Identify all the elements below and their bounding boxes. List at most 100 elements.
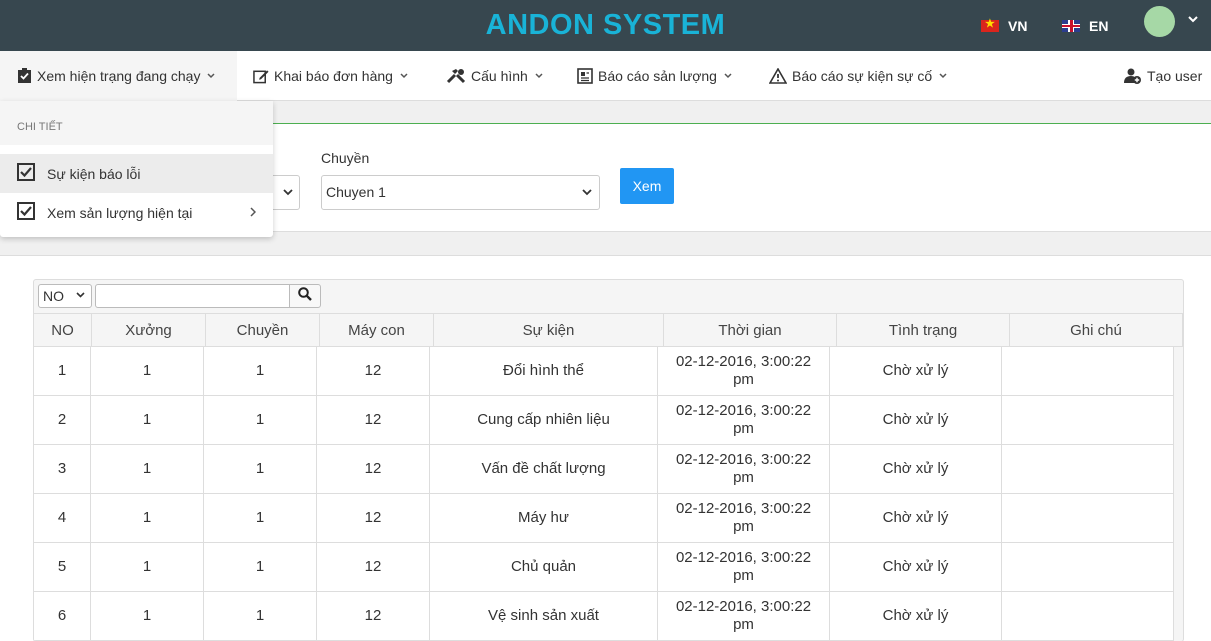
table-row[interactable]: 3 1 1 12 Vấn đề chất lượng 02-12-2016, 3… — [34, 445, 1174, 494]
table-body: 1 1 1 12 Đổi hình thể 02-12-2016, 3:00:2… — [34, 347, 1174, 641]
dropdown-item-error-events[interactable]: Sự kiện báo lỗi — [0, 154, 273, 193]
column-header[interactable]: NO — [34, 314, 92, 346]
cell-workshop: 1 — [91, 494, 204, 542]
chevron-down-icon — [724, 71, 732, 82]
table-row[interactable]: 1 1 1 12 Đổi hình thể 02-12-2016, 3:00:2… — [34, 347, 1174, 396]
create-user-label: Tạo user — [1147, 68, 1203, 84]
cell-no: 1 — [34, 347, 91, 395]
cell-no: 3 — [34, 445, 91, 493]
column-header[interactable]: Thời gian — [664, 314, 837, 346]
cell-event: Vấn đề chất lượng — [430, 445, 658, 493]
nav-item-running-status[interactable]: Xem hiện trạng đang chạy — [0, 51, 237, 101]
column-header[interactable]: Tình trạng — [837, 314, 1010, 346]
cell-note — [1002, 396, 1174, 444]
top-header: ANDON SYSTEM VN EN — [0, 0, 1211, 51]
chevron-down-icon — [582, 185, 592, 199]
cell-time: 02-12-2016, 3:00:22 pm — [658, 592, 830, 640]
running-status-dropdown: CHI TIẾT Sự kiện báo lỗi Xem sản lượng h… — [0, 101, 273, 237]
cell-machine: 12 — [317, 592, 430, 640]
cell-time: 02-12-2016, 3:00:22 pm — [658, 445, 830, 493]
nav-item-label: Báo cáo sản lượng — [598, 68, 717, 84]
page-size-value: NO — [43, 288, 64, 304]
lang-en-label: EN — [1089, 18, 1109, 34]
lang-vn-button[interactable]: VN — [981, 17, 1028, 34]
cell-machine: 12 — [317, 494, 430, 542]
column-header[interactable]: Máy con — [320, 314, 434, 346]
nav-item-label: Cấu hình — [471, 68, 528, 84]
cell-event: Vệ sinh sản xuất — [430, 592, 658, 640]
table-panel: NO NO Xưởng Chuyền Máy con Sự kiện Thời … — [0, 255, 1211, 641]
cell-no: 5 — [34, 543, 91, 591]
vietnam-flag-icon — [981, 17, 999, 32]
chevron-down-icon — [535, 71, 543, 82]
edit-icon — [253, 68, 269, 84]
cell-machine: 12 — [317, 543, 430, 591]
table-row[interactable]: 5 1 1 12 Chủ quản 02-12-2016, 3:00:22 pm… — [34, 543, 1174, 592]
chevron-right-icon — [250, 206, 257, 220]
cell-machine: 12 — [317, 347, 430, 395]
search-icon — [298, 286, 312, 306]
line-select-value: Chuyen 1 — [326, 184, 386, 200]
dropdown-item-label: Sự kiện báo lỗi — [47, 165, 141, 182]
cell-line: 1 — [204, 396, 317, 444]
column-header[interactable]: Xưởng — [92, 314, 206, 346]
dropdown-item-label: Xem sản lượng hiện tại — [47, 204, 193, 221]
search-button[interactable] — [289, 284, 321, 308]
chevron-down-icon — [939, 71, 947, 82]
warning-icon — [769, 68, 787, 84]
cell-status: Chờ xử lý — [830, 445, 1002, 493]
dropdown-item-current-output[interactable]: Xem sản lượng hiện tại — [0, 193, 273, 232]
cell-status: Chờ xử lý — [830, 543, 1002, 591]
cell-workshop: 1 — [91, 445, 204, 493]
user-avatar[interactable] — [1144, 6, 1175, 37]
view-button[interactable]: Xem — [620, 168, 674, 204]
cell-no: 4 — [34, 494, 91, 542]
cell-line: 1 — [204, 347, 317, 395]
column-header[interactable]: Sự kiện — [434, 314, 664, 346]
cell-workshop: 1 — [91, 592, 204, 640]
create-user-button[interactable]: Tạo user — [1124, 51, 1202, 101]
column-header[interactable]: Chuyền — [206, 314, 320, 346]
cell-status: Chờ xử lý — [830, 494, 1002, 542]
cell-note — [1002, 543, 1174, 591]
table-row[interactable]: 4 1 1 12 Máy hư 02-12-2016, 3:00:22 pm C… — [34, 494, 1174, 543]
cell-event: Máy hư — [430, 494, 658, 542]
search-input[interactable] — [95, 284, 290, 308]
nav-item-configuration[interactable]: Cấu hình — [446, 51, 543, 101]
nav-item-incident-report[interactable]: Báo cáo sự kiện sự cố — [769, 51, 947, 101]
cell-time: 02-12-2016, 3:00:22 pm — [658, 543, 830, 591]
cell-event: Đổi hình thể — [430, 347, 658, 395]
table-row[interactable]: 2 1 1 12 Cung cấp nhiên liệu 02-12-2016,… — [34, 396, 1174, 445]
cell-no: 2 — [34, 396, 91, 444]
cell-time: 02-12-2016, 3:00:22 pm — [658, 494, 830, 542]
cell-event: Chủ quản — [430, 543, 658, 591]
events-table: NO NO Xưởng Chuyền Máy con Sự kiện Thời … — [33, 279, 1184, 641]
main-navbar: Xem hiện trạng đang chạy Khai báo đơn hà… — [0, 51, 1211, 101]
nav-item-output-report[interactable]: Báo cáo sản lượng — [577, 51, 732, 101]
cell-no: 6 — [34, 592, 91, 640]
nav-item-order-declaration[interactable]: Khai báo đơn hàng — [253, 51, 408, 101]
cell-line: 1 — [204, 592, 317, 640]
table-header: NO Xưởng Chuyền Máy con Sự kiện Thời gia… — [34, 313, 1183, 347]
tools-icon — [446, 68, 466, 84]
nav-item-label: Báo cáo sự kiện sự cố — [792, 68, 933, 84]
lang-vn-label: VN — [1008, 18, 1028, 34]
line-select[interactable]: Chuyen 1 — [321, 175, 600, 210]
cell-line: 1 — [204, 543, 317, 591]
chevron-down-icon[interactable] — [1188, 12, 1198, 26]
cell-line: 1 — [204, 445, 317, 493]
chevron-down-icon — [283, 185, 293, 199]
cell-workshop: 1 — [91, 347, 204, 395]
checkbox-checked-icon — [17, 163, 35, 184]
app-title: ANDON SYSTEM — [485, 9, 726, 41]
cell-status: Chờ xử lý — [830, 396, 1002, 444]
lang-en-button[interactable]: EN — [1062, 18, 1108, 34]
table-row[interactable]: 6 1 1 12 Vệ sinh sản xuất 02-12-2016, 3:… — [34, 592, 1174, 641]
cell-time: 02-12-2016, 3:00:22 pm — [658, 396, 830, 444]
cell-time: 02-12-2016, 3:00:22 pm — [658, 347, 830, 395]
cell-note — [1002, 347, 1174, 395]
column-header[interactable]: Ghi chú — [1010, 314, 1183, 346]
page-size-select[interactable]: NO — [38, 284, 92, 308]
report-icon — [577, 68, 593, 84]
cell-status: Chờ xử lý — [830, 592, 1002, 640]
